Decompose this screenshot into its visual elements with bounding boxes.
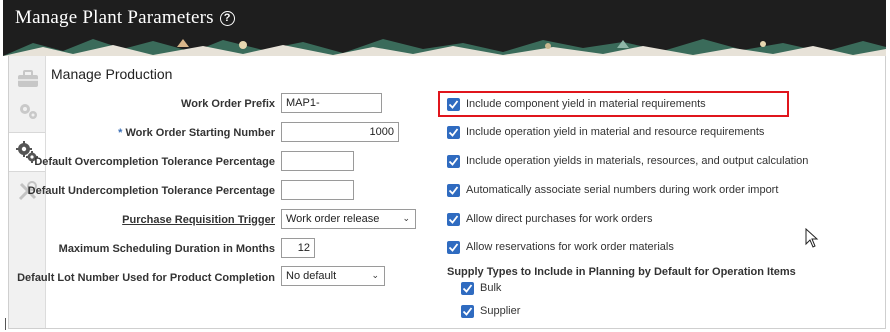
highlight-box	[438, 91, 789, 117]
chevron-down-icon: ⌄	[402, 213, 410, 223]
work-order-prefix-input[interactable]	[281, 93, 382, 113]
default-lot-number-select[interactable]: No default ⌄	[281, 266, 385, 286]
option-label: Automatically associate serial numbers d…	[466, 184, 779, 196]
overcompletion-tolerance-input[interactable]	[281, 151, 354, 171]
overcompletion-label-box: Default Overcompletion Tolerance Percent…	[34, 156, 275, 174]
mouse-cursor-icon	[805, 228, 819, 248]
page-header: Manage Plant Parameters?	[3, 0, 886, 56]
work-order-prefix-label: Work Order Prefix	[181, 98, 275, 110]
work-order-starting-number-label: * Work Order Starting Number	[118, 127, 275, 139]
work-order-starting-number-label-text: Work Order Starting Number	[125, 127, 275, 139]
max-scheduling-duration-input[interactable]	[281, 238, 315, 258]
checkbox-checked-icon[interactable]	[447, 184, 460, 197]
default-lot-number-label: Default Lot Number Used for Product Comp…	[17, 272, 275, 284]
supply-type-label: Bulk	[480, 282, 502, 294]
max-scheduling-duration-label: Maximum Scheduling Duration in Months	[58, 243, 275, 255]
checkbox-checked-icon[interactable]	[447, 155, 460, 168]
default-lot-number-value: No default	[286, 270, 337, 282]
default-lot-number-label-box: Default Lot Number Used for Product Comp…	[17, 272, 275, 290]
option-label: Include operation yields in materials, r…	[466, 155, 809, 167]
text-caret	[5, 318, 6, 330]
overcompletion-tolerance-label: Default Overcompletion Tolerance Percent…	[34, 156, 275, 168]
checkbox-checked-icon[interactable]	[447, 241, 460, 254]
supply-type-label: Supplier	[480, 305, 521, 317]
section-title: Manage Production	[51, 66, 173, 82]
purchase-requisition-trigger-value: Work order release	[286, 213, 380, 225]
checkbox-checked-icon[interactable]	[447, 213, 460, 226]
checkbox-checked-icon[interactable]	[461, 305, 474, 318]
undercompletion-tolerance-label: Default Undercompletion Tolerance Percen…	[27, 185, 275, 197]
undercompletion-label-box: Default Undercompletion Tolerance Percen…	[28, 185, 275, 203]
help-icon[interactable]: ?	[219, 11, 235, 26]
purchase-requisition-trigger-label: Purchase Requisition Trigger	[122, 214, 275, 226]
briefcase-icon[interactable]	[15, 66, 41, 92]
page-title: Manage Plant Parameters?	[15, 7, 235, 29]
purchase-requisition-label-box: Purchase Requisition Trigger	[53, 214, 275, 232]
work-order-starting-number-label-box: * Work Order Starting Number	[53, 127, 275, 145]
option-label: Include operation yield in material and …	[466, 126, 765, 138]
header-decoration	[3, 37, 886, 56]
undercompletion-tolerance-input[interactable]	[281, 180, 354, 200]
max-scheduling-label-box: Maximum Scheduling Duration in Months	[53, 243, 275, 261]
chevron-down-icon: ⌄	[371, 270, 379, 280]
option-label: Allow reservations for work order materi…	[466, 241, 674, 253]
page-title-text: Manage Plant Parameters	[15, 7, 214, 28]
gears-small-icon[interactable]	[15, 98, 41, 124]
required-indicator: *	[118, 127, 123, 139]
checkbox-checked-icon[interactable]	[461, 282, 474, 295]
work-order-starting-number-input[interactable]	[281, 122, 399, 142]
purchase-requisition-trigger-select[interactable]: Work order release ⌄	[281, 209, 416, 229]
option-label: Allow direct purchases for work orders	[466, 213, 653, 225]
work-order-prefix-label-box: Work Order Prefix	[53, 98, 275, 116]
checkbox-checked-icon[interactable]	[447, 126, 460, 139]
supply-types-heading: Supply Types to Include in Planning by D…	[447, 266, 796, 278]
